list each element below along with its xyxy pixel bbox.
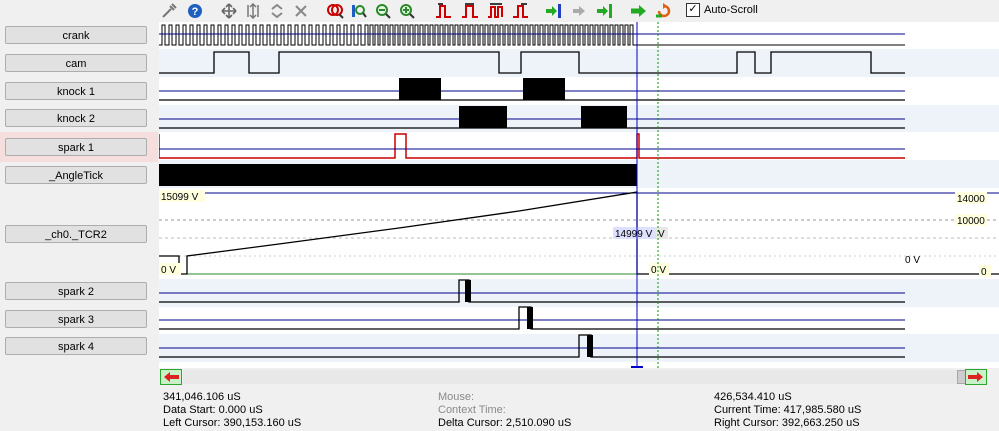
arrow-right-icon <box>968 372 983 382</box>
edge-prev-icon[interactable] <box>435 2 453 20</box>
edge-next-icon[interactable] <box>512 2 530 20</box>
expand-icon[interactable] <box>292 2 310 20</box>
context-time: Context Time: <box>438 404 506 416</box>
angletick-block <box>159 164 637 186</box>
view-end-time: 426,534.410 uS <box>714 391 792 403</box>
spark2-pulse <box>465 280 471 302</box>
goto-icon[interactable] <box>570 2 588 20</box>
zoom-fit-icon[interactable] <box>326 2 344 20</box>
channel-button-tcr2[interactable]: _ch0._TCR2 <box>5 225 147 243</box>
run-icon[interactable] <box>630 2 648 20</box>
knock2-block <box>581 106 627 128</box>
waveform-canvas[interactable]: 15099 V 0 V 14999 V V 0 V 0 V 14000 1000… <box>159 22 999 368</box>
spark3-pulse <box>527 307 533 329</box>
channel-button-crank[interactable]: crank <box>5 26 147 44</box>
left-cursor-time: Left Cursor: 390,153.160 uS <box>163 417 302 429</box>
crank-trace <box>159 24 905 46</box>
arrow-left-icon <box>164 372 179 382</box>
horizontal-scrollbar[interactable] <box>159 369 989 385</box>
channel-button-spark-2[interactable]: spark 2 <box>5 282 147 300</box>
scroll-track[interactable] <box>183 370 971 384</box>
autoscroll-checkbox[interactable]: ✓ Auto-Scroll <box>686 2 758 18</box>
after-cursor-zero-label: 0 V <box>651 265 666 276</box>
status-panel: 341,046.106 uS Data Start: 0.000 uS Left… <box>0 389 999 431</box>
reload-icon[interactable] <box>655 2 673 20</box>
marker-left-icon[interactable] <box>545 2 563 20</box>
channel-button-spark-4[interactable]: spark 4 <box>5 337 147 355</box>
right-cursor-time: Right Cursor: 392,663.250 uS <box>714 417 860 429</box>
current-time: Current Time: 417,985.580 uS <box>714 404 862 416</box>
cursor-tool-icon[interactable] <box>160 2 178 20</box>
edge-cycle-icon[interactable] <box>487 2 505 20</box>
collapse-icon[interactable] <box>268 2 286 20</box>
cursor-handle <box>631 366 643 368</box>
edge-width-icon[interactable] <box>461 2 479 20</box>
scroll-right-button[interactable] <box>965 369 987 385</box>
pan-icon[interactable] <box>220 2 238 20</box>
data-start: Data Start: 0.000 uS <box>163 404 263 416</box>
analog-max-label: 15099 V <box>161 192 199 203</box>
autoscroll-label: Auto-Scroll <box>704 4 758 16</box>
channel-button-spark-3[interactable]: spark 3 <box>5 310 147 328</box>
channel-button-angletick[interactable]: _AngleTick <box>5 166 147 184</box>
vertical-resize-icon[interactable] <box>244 2 262 20</box>
cursor-suffix-label: V <box>658 229 665 240</box>
checkmark-icon[interactable]: ✓ <box>686 3 700 17</box>
scale-top-label: 14000 <box>957 194 985 205</box>
scroll-left-button[interactable] <box>160 369 182 385</box>
marker-right-icon[interactable] <box>596 2 614 20</box>
spark1-trace <box>159 133 905 159</box>
view-start-time: 341,046.106 uS <box>163 391 241 403</box>
waveform-plot[interactable]: 15099 V 0 V 14999 V V 0 V 0 V 14000 1000… <box>159 22 999 368</box>
zoom-in-icon[interactable] <box>398 2 416 20</box>
right-zero-label: 0 V <box>905 255 920 266</box>
channel-button-knock-2[interactable]: knock 2 <box>5 109 147 127</box>
analog-zero-label: 0 V <box>161 265 176 276</box>
scale-zero-label: 0 <box>981 267 987 278</box>
knock1-block <box>523 78 565 100</box>
zoom-range-icon[interactable] <box>350 2 368 20</box>
zoom-out-icon[interactable] <box>374 2 392 20</box>
knock1-block <box>399 78 441 100</box>
channel-button-knock-1[interactable]: knock 1 <box>5 82 147 100</box>
spark4-pulse <box>587 335 593 357</box>
cursor-value-label: 14999 V <box>615 229 653 240</box>
tcr2-trace <box>159 191 999 275</box>
knock2-block <box>459 106 507 128</box>
channel-button-spark-1[interactable]: spark 1 <box>5 138 147 156</box>
toolbar: ? ✓ Auto-Scroll <box>0 0 999 22</box>
help-icon[interactable]: ? <box>186 2 204 20</box>
delta-cursor-time: Delta Cursor: 2,510.090 uS <box>438 417 572 429</box>
mouse-time: Mouse: <box>438 391 475 403</box>
channel-button-cam[interactable]: cam <box>5 54 147 72</box>
scale-mid-label: 10000 <box>957 216 985 227</box>
svg-text:?: ? <box>192 6 199 18</box>
